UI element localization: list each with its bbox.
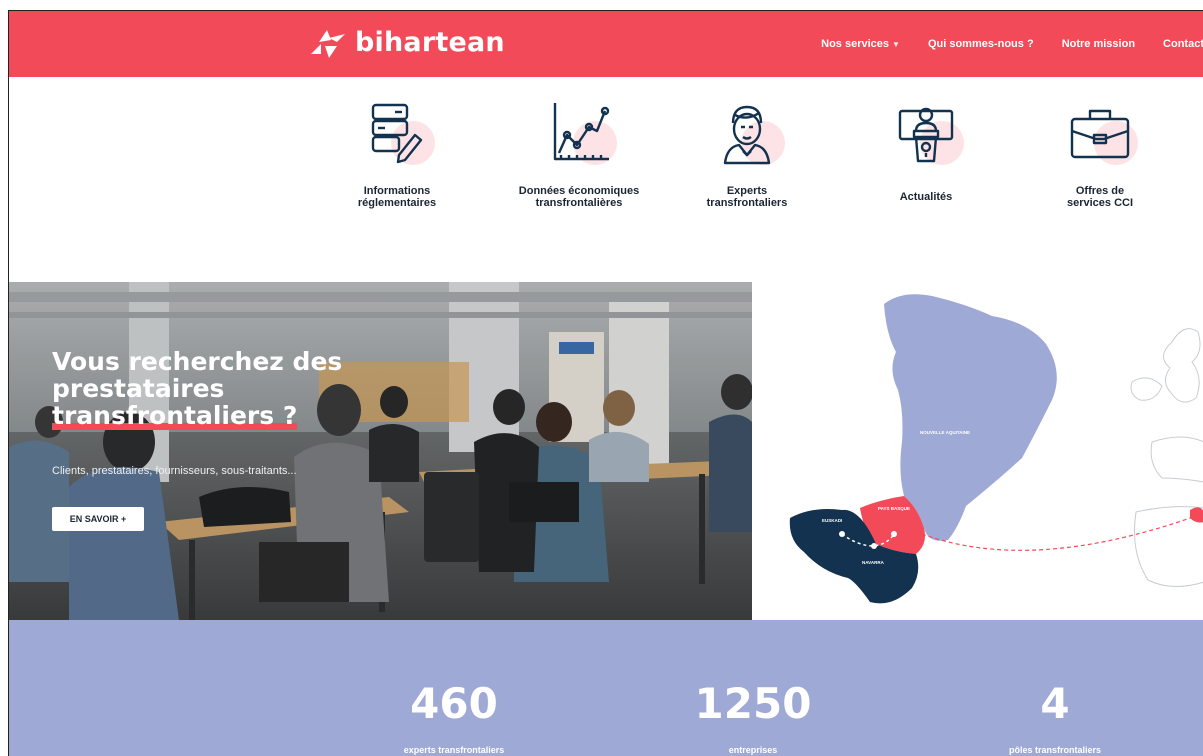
expert-avatar-icon (723, 105, 771, 165)
briefcase-icon (1070, 109, 1130, 159)
page: bihartean Nos services ▼ Qui sommes-nous … (8, 10, 1203, 756)
line-chart-icon (553, 103, 610, 161)
map-label-nouvelle-aquitaine: NOUVELLE AQUITAINE (920, 430, 970, 435)
service-donnees[interactable]: Données économiques transfrontalières (504, 101, 654, 209)
service-offres-cci[interactable]: Offres de services CCI (1025, 101, 1175, 209)
brand-logo[interactable]: bihartean (307, 24, 505, 60)
server-pencil-icon (371, 103, 423, 164)
map-label-navarra: NAVARRA (862, 560, 885, 565)
hero-photo (9, 282, 752, 620)
chevron-down-icon: ▼ (892, 40, 900, 49)
speaker-podium-icon (898, 107, 954, 163)
service-actualites[interactable]: Actualités (851, 101, 1001, 203)
hero-title: Vous recherchez des prestataires transfr… (52, 347, 343, 430)
nav-services[interactable]: Nos services ▼ (821, 38, 900, 50)
logo-icon (311, 30, 345, 58)
learn-more-button[interactable]: EN SAVOIR + (52, 507, 144, 531)
main-nav: Nos services ▼ Qui sommes-nous ? Notre mi… (821, 11, 1203, 77)
map-label-euskadi: EUSKADI (822, 518, 842, 523)
region-map: NOUVELLE AQUITAINE PAYS BASQUE EUSKADI N… (752, 282, 1203, 620)
hero-subtitle: Clients, prestataires, fournisseurs, sou… (52, 465, 297, 477)
nav-mission[interactable]: Notre mission (1062, 38, 1135, 50)
brand-name: bihartean (355, 26, 505, 58)
service-experts[interactable]: Experts transfrontaliers (672, 101, 822, 209)
services-strip: Informations réglementaires Données écono… (9, 77, 1203, 282)
map-label-pays-basque: PAYS BASQUE (878, 506, 910, 511)
nav-contact[interactable]: Contact (1163, 38, 1203, 50)
stats-band: 460 experts transfrontaliers 1250 entrep… (9, 620, 1203, 756)
service-informations[interactable]: Informations réglementaires (322, 101, 472, 209)
nav-about[interactable]: Qui sommes-nous ? (928, 38, 1034, 50)
hero-banner: Vous recherchez des prestataires transfr… (9, 282, 752, 620)
stat-poles: 4 pôles transfrontaliers (1008, 679, 1102, 756)
stat-entreprises: 1250 entreprises (694, 679, 812, 756)
stat-experts: 460 experts transfrontaliers (403, 679, 505, 756)
site-header: bihartean Nos services ▼ Qui sommes-nous … (9, 11, 1203, 77)
